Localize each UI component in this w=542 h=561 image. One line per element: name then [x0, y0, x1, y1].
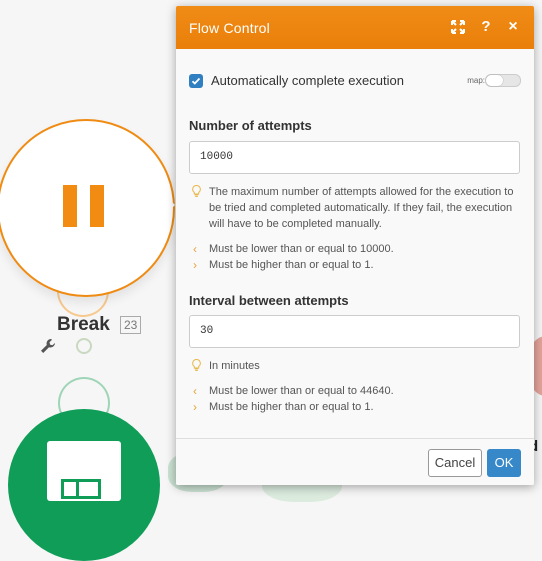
- module-label: Break: [57, 314, 110, 335]
- attempts-input[interactable]: 10000: [189, 141, 520, 174]
- expand-icon[interactable]: [449, 18, 467, 36]
- dialog-footer: Cancel OK: [176, 438, 534, 485]
- attempts-title: Number of attempts: [189, 118, 312, 133]
- google-sheets-icon: [47, 441, 121, 501]
- interval-hint: In minutes: [189, 358, 521, 374]
- chevron-right-icon: ›: [193, 400, 197, 414]
- interval-rule: › Must be higher than or equal to 1.: [189, 400, 521, 415]
- dialog-body: Automatically complete execution map: Nu…: [176, 49, 534, 439]
- map-label: map:: [467, 76, 485, 85]
- node-pointer: [167, 197, 175, 213]
- auto-complete-checkbox[interactable]: [189, 74, 203, 88]
- pause-icon: [63, 185, 107, 227]
- dialog-title: Flow Control: [189, 20, 270, 36]
- attempts-rule-max: Must be lower than or equal to 10000.: [209, 243, 394, 255]
- chevron-left-icon: ‹: [193, 242, 197, 256]
- interval-input[interactable]: 30: [189, 315, 520, 348]
- interval-rule-min: Must be higher than or equal to 1.: [209, 401, 374, 413]
- dialog-header: Flow Control ? ×: [176, 6, 534, 49]
- interval-hint-text: In minutes: [209, 360, 260, 372]
- ok-button[interactable]: OK: [487, 449, 521, 477]
- help-icon[interactable]: ?: [477, 18, 495, 36]
- chevron-right-icon: ›: [193, 258, 197, 272]
- auto-complete-row: Automatically complete execution map:: [189, 73, 521, 90]
- interval-rule-max: Must be lower than or equal to 44640.: [209, 385, 394, 397]
- attempts-hint: The maximum number of attempts allowed f…: [189, 184, 521, 232]
- attempts-rule-min: Must be higher than or equal to 1.: [209, 259, 374, 271]
- attempts-hint-text: The maximum number of attempts allowed f…: [209, 186, 514, 230]
- connector-dot: [76, 338, 92, 354]
- lightbulb-icon: [192, 359, 201, 371]
- attempts-rule: › Must be higher than or equal to 1.: [189, 258, 521, 273]
- close-icon[interactable]: ×: [504, 18, 522, 36]
- map-toggle[interactable]: [485, 74, 521, 87]
- lightbulb-icon: [192, 185, 201, 197]
- interval-rule: ‹ Must be lower than or equal to 44640.: [189, 384, 521, 399]
- wrench-icon[interactable]: [38, 337, 58, 357]
- attempts-rule: ‹ Must be lower than or equal to 10000.: [189, 242, 521, 257]
- auto-complete-label[interactable]: Automatically complete execution: [211, 73, 404, 88]
- cancel-button[interactable]: Cancel: [428, 449, 482, 477]
- interval-title: Interval between attempts: [189, 293, 349, 308]
- module-id-badge: 23: [120, 316, 142, 334]
- chevron-left-icon: ‹: [193, 384, 197, 398]
- flow-control-dialog: Flow Control ? × Automatically complete …: [176, 6, 534, 485]
